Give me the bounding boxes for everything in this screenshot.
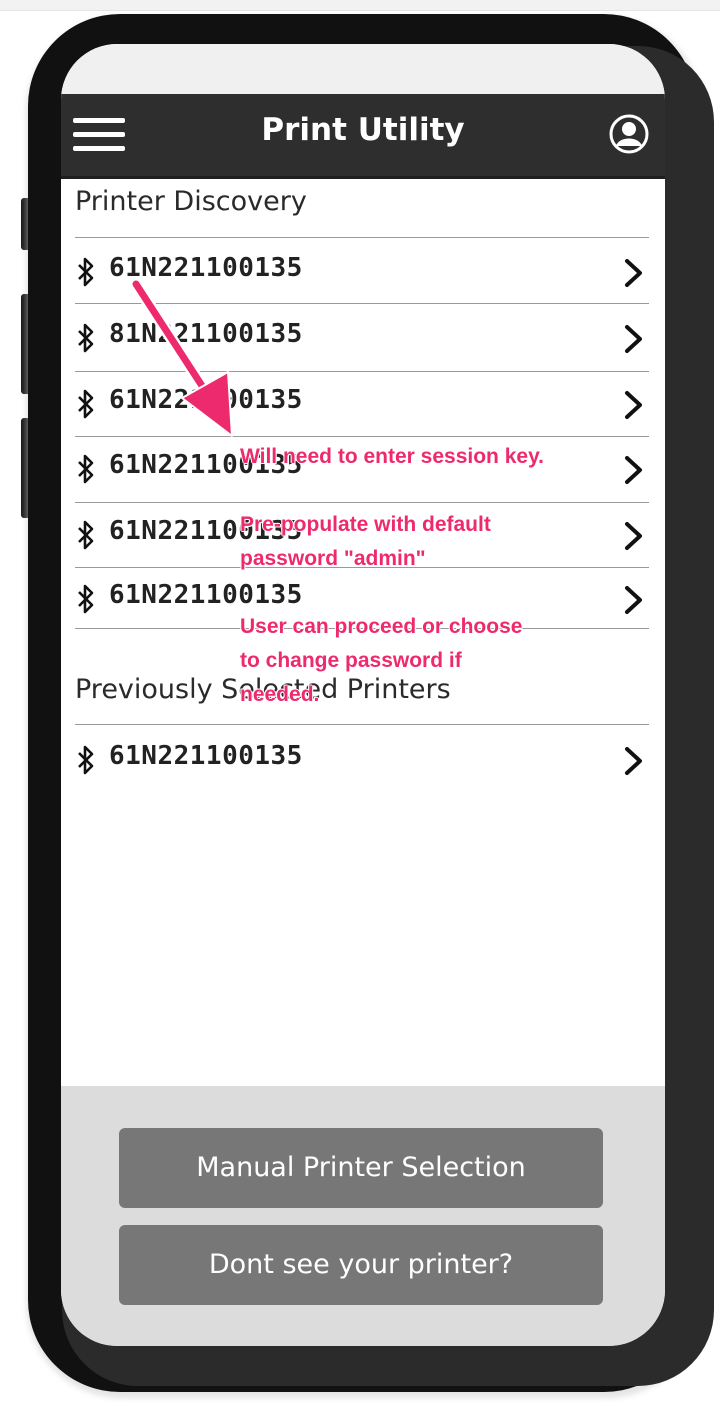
annotation-note: needed.: [240, 683, 320, 706]
section-title-printer-discovery: Printer Discovery: [75, 186, 307, 217]
chevron-right-icon: [625, 522, 642, 550]
printer-name: 61N221100135: [109, 741, 303, 771]
chevron-right-icon: [625, 456, 642, 484]
bluetooth-icon: [78, 323, 94, 353]
annotation-note: Pre-populate with default: [240, 513, 491, 536]
printer-row[interactable]: 61N221100135: [75, 371, 649, 435]
bluetooth-icon: [78, 257, 94, 287]
divider: [75, 303, 649, 304]
annotation-note: to change password if: [240, 649, 462, 672]
annotation-note: User can proceed or choose: [240, 615, 523, 638]
previous-printer-row[interactable]: 61N221100135: [75, 727, 649, 791]
bottom-action-area: Manual Printer Selection Dont see your p…: [61, 1086, 665, 1346]
chevron-right-icon: [625, 325, 642, 353]
chevron-right-icon: [625, 586, 642, 614]
chevron-right-icon: [625, 391, 642, 419]
app-header: Print Utility: [61, 94, 665, 179]
bluetooth-icon: [78, 584, 94, 614]
user-profile-icon[interactable]: [609, 114, 649, 154]
bluetooth-icon: [78, 745, 94, 775]
divider: [75, 237, 649, 238]
chevron-right-icon: [625, 259, 642, 287]
divider: [75, 724, 649, 725]
status-bar: [61, 44, 665, 94]
printer-row[interactable]: 61N221100135: [75, 239, 649, 303]
bluetooth-icon: [78, 454, 94, 484]
printer-name: 81N221100135: [109, 319, 303, 349]
annotation-note: Will need to enter session key.: [240, 445, 545, 468]
app-title: Print Utility: [261, 112, 465, 148]
chevron-right-icon: [625, 747, 642, 775]
annotation-note: password "admin": [240, 547, 426, 570]
phone-screen: Print Utility Printer Discovery 61N22110…: [61, 44, 665, 1346]
browser-top-edge: [0, 0, 720, 11]
printer-name: 61N221100135: [109, 580, 303, 610]
manual-printer-selection-button[interactable]: Manual Printer Selection: [119, 1128, 603, 1208]
bluetooth-icon: [78, 520, 94, 550]
dont-see-printer-button[interactable]: Dont see your printer?: [119, 1225, 603, 1305]
printer-name: 61N221100135: [109, 253, 303, 283]
printer-name: 61N221100135: [109, 385, 303, 415]
bluetooth-icon: [78, 389, 94, 419]
printer-row[interactable]: 81N221100135: [75, 305, 649, 369]
